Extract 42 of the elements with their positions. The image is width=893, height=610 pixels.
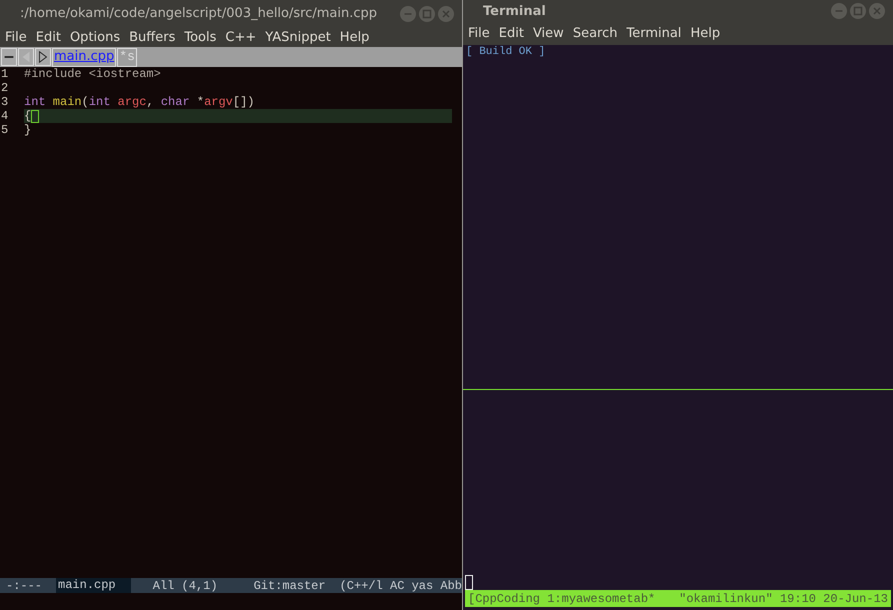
host-time-label: "okamilinkun" 19:10 20-Jun-13: [679, 592, 888, 606]
menu-item[interactable]: Search: [572, 26, 618, 41]
code-line: #include <iostream>: [24, 67, 161, 81]
minimize-icon[interactable]: [831, 3, 847, 19]
menu-item[interactable]: YASnippet: [265, 30, 331, 44]
menu-item[interactable]: Edit: [36, 30, 61, 44]
close-icon[interactable]: [869, 3, 885, 19]
menu-item[interactable]: Edit: [498, 26, 524, 41]
menu-item[interactable]: Tools: [184, 30, 216, 44]
menu-item[interactable]: File: [468, 26, 490, 41]
line-number: 5: [0, 123, 10, 137]
code-line: {: [24, 109, 32, 123]
session-label: [CppCoding 1:myawesometab*: [468, 592, 656, 606]
code-line: }: [24, 123, 32, 137]
modeline-buffer-name: main.cpp: [56, 578, 131, 593]
menu-item[interactable]: Help: [340, 30, 370, 44]
menu-item[interactable]: File: [5, 30, 27, 44]
menu-item[interactable]: Options: [70, 30, 120, 44]
line-number: 2: [0, 81, 10, 95]
minus-icon[interactable]: [1, 48, 17, 66]
minimize-icon[interactable]: [400, 6, 416, 22]
maximize-icon[interactable]: [419, 6, 435, 22]
terminal-cursor: [465, 575, 473, 590]
menu-item[interactable]: C++: [225, 30, 256, 44]
modeline-position: All (4,1): [152, 578, 218, 592]
line-number: 4: [0, 109, 10, 123]
line-number: 3: [0, 95, 10, 109]
window-title: Terminal: [483, 4, 547, 18]
terminal-output: [ Build OK ]: [465, 46, 546, 58]
maximize-icon[interactable]: [850, 3, 866, 19]
modeline-status: -:---: [5, 578, 42, 592]
close-icon[interactable]: [438, 6, 454, 22]
line-number: 1: [0, 67, 10, 81]
code-line: int main(int argc, char *argv[]): [24, 95, 254, 109]
menu-item[interactable]: Buffers: [129, 30, 176, 44]
modeline-branch: Git:master: [252, 578, 326, 592]
menu-item[interactable]: View: [532, 26, 564, 41]
menu-item[interactable]: Terminal: [626, 26, 682, 41]
modeline-modes: (C++/l AC yas Abb: [338, 578, 462, 592]
menu-item[interactable]: Help: [690, 26, 720, 41]
text-cursor: [31, 110, 40, 122]
window-title: :/home/okami/code/angelscript/003_hello/src/main.cpp: [20, 6, 378, 21]
